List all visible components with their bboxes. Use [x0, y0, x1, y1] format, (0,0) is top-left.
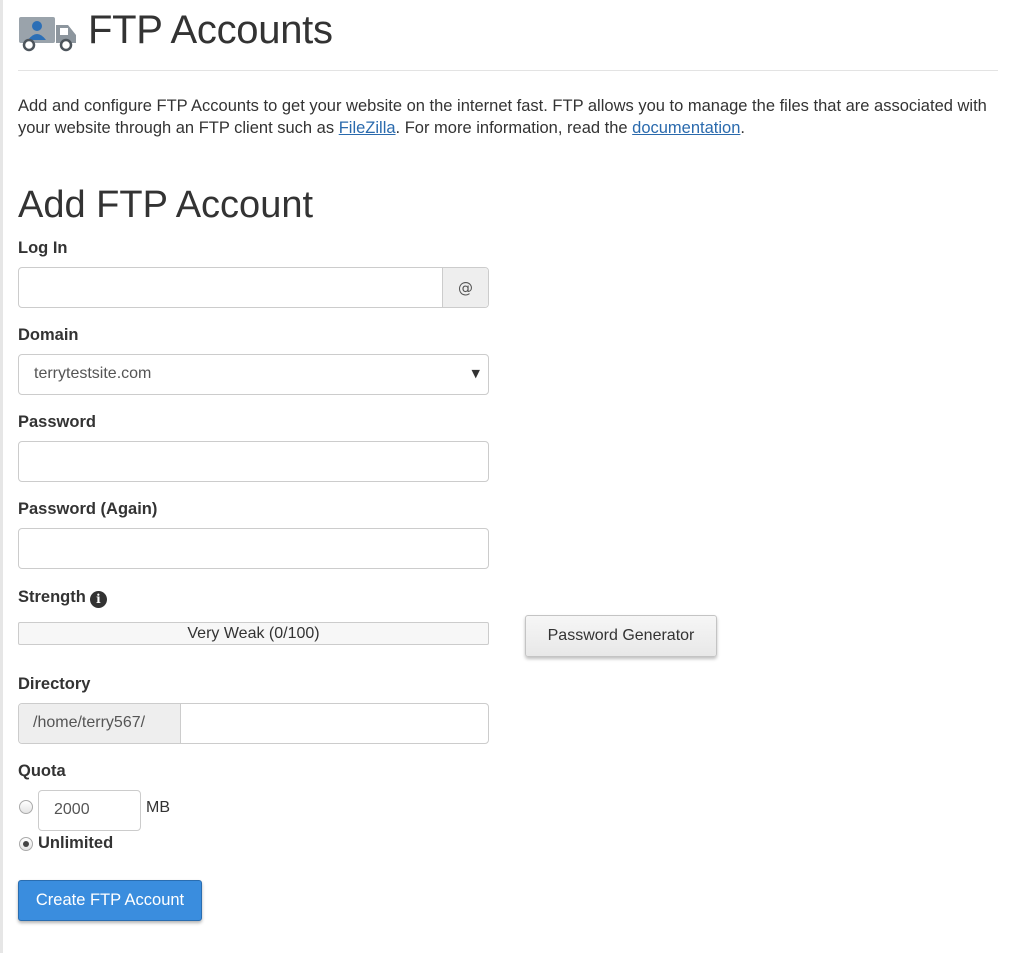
quota-label: Quota: [18, 762, 66, 780]
page-title: FTP Accounts: [88, 7, 333, 52]
info-icon[interactable]: i: [89, 591, 107, 608]
password-generator-button[interactable]: Password Generator: [525, 615, 717, 657]
documentation-link[interactable]: documentation: [632, 119, 740, 137]
strength-label-row: Strength i: [18, 588, 107, 608]
intro-text-after: .: [740, 119, 745, 137]
ftp-truck-user-icon: [19, 17, 76, 52]
password-again-input[interactable]: [18, 528, 489, 569]
password-again-label: Password (Again): [18, 500, 158, 518]
quota-unit-label: MB: [146, 799, 170, 816]
domain-select[interactable]: terrytestsite.com ▼: [18, 354, 489, 395]
chevron-down-icon: ▼: [471, 367, 480, 380]
directory-label: Directory: [18, 675, 91, 693]
strength-label: Strength: [18, 588, 86, 606]
intro-text: Add and configure FTP Accounts to get yo…: [18, 95, 998, 139]
directory-input[interactable]: [181, 704, 488, 743]
password-strength-meter: Very Weak (0/100): [18, 622, 489, 645]
password-label: Password: [18, 413, 96, 431]
login-label: Log In: [18, 239, 68, 257]
intro-text-middle: . For more information, read the: [395, 119, 633, 137]
page-header: FTP Accounts: [18, 0, 333, 60]
filezilla-link[interactable]: FileZilla: [339, 119, 396, 137]
login-field[interactable]: @: [18, 267, 489, 308]
create-ftp-account-button[interactable]: Create FTP Account: [18, 880, 202, 921]
quota-limited-radio[interactable]: [19, 800, 33, 814]
left-border: [0, 0, 3, 953]
add-ftp-account-heading: Add FTP Account: [18, 184, 314, 226]
quota-unlimited-radio[interactable]: [19, 837, 33, 851]
login-at-addon: @: [442, 268, 488, 307]
password-input[interactable]: [18, 441, 489, 482]
domain-label: Domain: [18, 326, 79, 344]
unlimited-label[interactable]: Unlimited: [38, 834, 113, 853]
directory-field: /home/terry567/: [18, 703, 489, 744]
quota-input[interactable]: 2000: [38, 790, 141, 831]
domain-selected-value: terrytestsite.com: [34, 365, 152, 382]
header-divider: [18, 70, 998, 71]
directory-prefix: /home/terry567/: [19, 704, 181, 743]
